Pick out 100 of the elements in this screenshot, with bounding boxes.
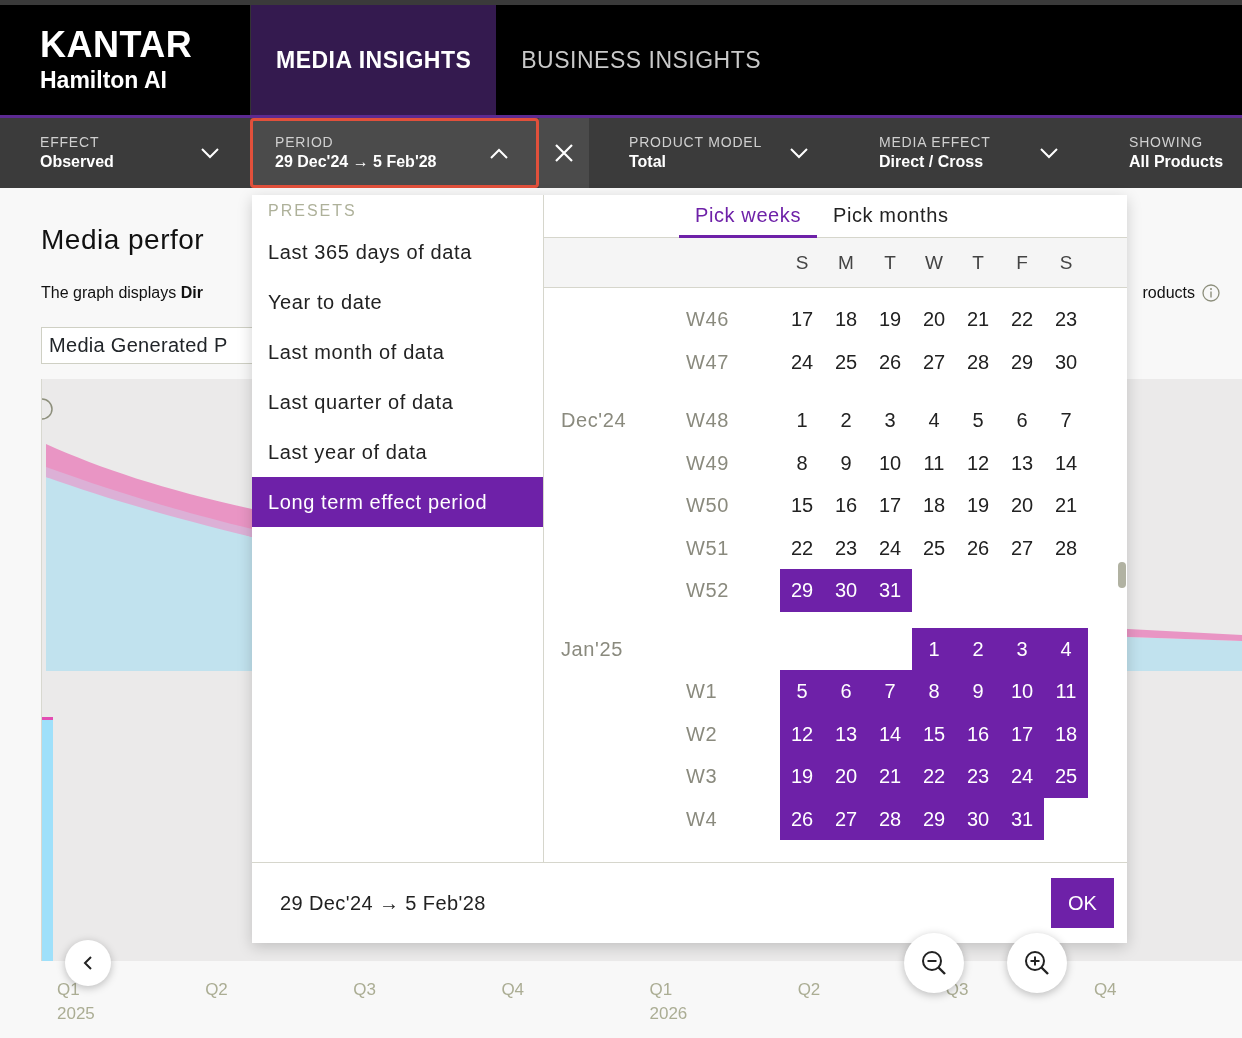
filter-dropdown[interactable]: MEDIA EFFECT Direct / Cross (839, 118, 1089, 188)
day-cell[interactable]: 22 (912, 755, 956, 798)
day-cell[interactable]: 1 (780, 399, 824, 442)
weekday-label: T (971, 251, 985, 275)
day-cell[interactable]: 19 (868, 298, 912, 341)
filter-dropdown[interactable]: PERIOD 29 Dec'24 → 5 Feb'28 (250, 118, 539, 188)
day-cell[interactable]: 30 (1044, 340, 1088, 383)
day-cell[interactable]: 4 (1044, 627, 1088, 670)
day-cell[interactable]: 28 (1044, 526, 1088, 569)
day-cell[interactable]: 5 (780, 670, 824, 713)
mode-tab[interactable]: Pick months (817, 195, 965, 238)
day-cell[interactable]: 28 (868, 797, 912, 840)
day-cell[interactable]: 8 (912, 670, 956, 713)
close-button[interactable] (539, 118, 589, 188)
preset-option[interactable]: Last 365 days of data (252, 227, 543, 277)
zoom-in-button[interactable] (1007, 933, 1067, 993)
day-cell[interactable]: 26 (868, 340, 912, 383)
day-cell[interactable]: 7 (868, 670, 912, 713)
scrollbar-thumb[interactable] (1118, 562, 1126, 588)
day-cell[interactable]: 26 (780, 797, 824, 840)
day-cell[interactable]: 15 (780, 484, 824, 527)
day-cell[interactable]: 21 (1044, 484, 1088, 527)
ok-button[interactable]: OK (1051, 878, 1114, 928)
product-name: Hamilton AI (40, 66, 168, 95)
day-cell[interactable]: 5 (956, 399, 1000, 442)
preset-option[interactable]: Year to date (252, 277, 543, 327)
day-cell[interactable]: 22 (780, 526, 824, 569)
info-icon[interactable] (1202, 284, 1220, 302)
day-cell[interactable]: 29 (780, 569, 824, 612)
nav-tab[interactable]: MEDIA INSIGHTS (251, 5, 497, 115)
day-cell[interactable]: 2 (956, 627, 1000, 670)
day-cell[interactable]: 23 (956, 755, 1000, 798)
day-cell[interactable]: 4 (912, 399, 956, 442)
filter-dropdown[interactable]: EFFECT Observed (0, 118, 250, 188)
day-cell[interactable]: 18 (912, 484, 956, 527)
day-cell[interactable]: 7 (1044, 399, 1088, 442)
filter-dropdown[interactable]: PRODUCT MODEL Total (589, 118, 839, 188)
day-cell[interactable]: 29 (912, 797, 956, 840)
day-cell[interactable]: 19 (780, 755, 824, 798)
day-cell[interactable]: 16 (956, 712, 1000, 755)
day-cell[interactable]: 6 (1000, 399, 1044, 442)
axis-label: Q2 (205, 979, 229, 1001)
day-cell[interactable]: 25 (912, 526, 956, 569)
day-cell[interactable]: 20 (824, 755, 868, 798)
day-cell[interactable]: 1 (912, 627, 956, 670)
day-cell[interactable]: 12 (780, 712, 824, 755)
day-cell[interactable]: 20 (912, 298, 956, 341)
day-cell[interactable]: 29 (1000, 340, 1044, 383)
day-cell[interactable]: 30 (956, 797, 1000, 840)
day-cell[interactable]: 21 (868, 755, 912, 798)
day-cell[interactable]: 25 (824, 340, 868, 383)
chevron-icon (1039, 147, 1059, 159)
day-cell[interactable]: 15 (912, 712, 956, 755)
day-cell[interactable]: 10 (868, 441, 912, 484)
day-cell[interactable]: 22 (1000, 298, 1044, 341)
day-cell[interactable]: 19 (956, 484, 1000, 527)
week-label: W46 (686, 308, 729, 330)
day-cell[interactable]: 31 (1000, 797, 1044, 840)
day-cell[interactable]: 10 (1000, 670, 1044, 713)
day-cell[interactable]: 26 (956, 526, 1000, 569)
day-cell[interactable]: 27 (1000, 526, 1044, 569)
day-cell[interactable]: 6 (824, 670, 868, 713)
day-cell[interactable]: 3 (1000, 627, 1044, 670)
day-cell[interactable]: 12 (956, 441, 1000, 484)
day-cell[interactable]: 13 (824, 712, 868, 755)
day-cell[interactable]: 9 (956, 670, 1000, 713)
day-cell[interactable]: 23 (824, 526, 868, 569)
day-cell[interactable]: 17 (868, 484, 912, 527)
day-cell[interactable]: 28 (956, 340, 1000, 383)
day-cell[interactable]: 27 (824, 797, 868, 840)
preset-option[interactable]: Last quarter of data (252, 377, 543, 427)
day-cell[interactable]: 24 (780, 340, 824, 383)
day-cell[interactable]: 23 (1044, 298, 1088, 341)
day-cell[interactable]: 30 (824, 569, 868, 612)
day-cell[interactable]: 16 (824, 484, 868, 527)
day-cell[interactable]: 25 (1044, 755, 1088, 798)
day-cell[interactable]: 17 (1000, 712, 1044, 755)
day-cell[interactable]: 18 (824, 298, 868, 341)
day-cell[interactable]: 27 (912, 340, 956, 383)
day-cell[interactable]: 17 (780, 298, 824, 341)
preset-option[interactable]: Last year of data (252, 427, 543, 477)
day-cell[interactable]: 31 (868, 569, 912, 612)
day-cell[interactable]: 11 (1044, 670, 1088, 713)
day-cell[interactable]: 21 (956, 298, 1000, 341)
day-cell[interactable]: 14 (1044, 441, 1088, 484)
filter-display[interactable]: SHOWING All Products (1089, 118, 1241, 188)
day-cell[interactable]: 24 (868, 526, 912, 569)
preset-option[interactable]: Long term effect period (252, 477, 543, 527)
day-cell[interactable]: 24 (1000, 755, 1044, 798)
day-cell[interactable]: 9 (824, 441, 868, 484)
day-cell[interactable]: 8 (780, 441, 824, 484)
day-cell[interactable]: 18 (1044, 712, 1088, 755)
day-cell[interactable]: 2 (824, 399, 868, 442)
week-label: W50 (686, 494, 729, 516)
day-cell[interactable]: 13 (1000, 441, 1044, 484)
day-cell[interactable]: 11 (912, 441, 956, 484)
day-cell[interactable]: 20 (1000, 484, 1044, 527)
day-cell[interactable]: 3 (868, 399, 912, 442)
nav-tab[interactable]: BUSINESS INSIGHTS (496, 5, 787, 115)
day-cell[interactable]: 14 (868, 712, 912, 755)
